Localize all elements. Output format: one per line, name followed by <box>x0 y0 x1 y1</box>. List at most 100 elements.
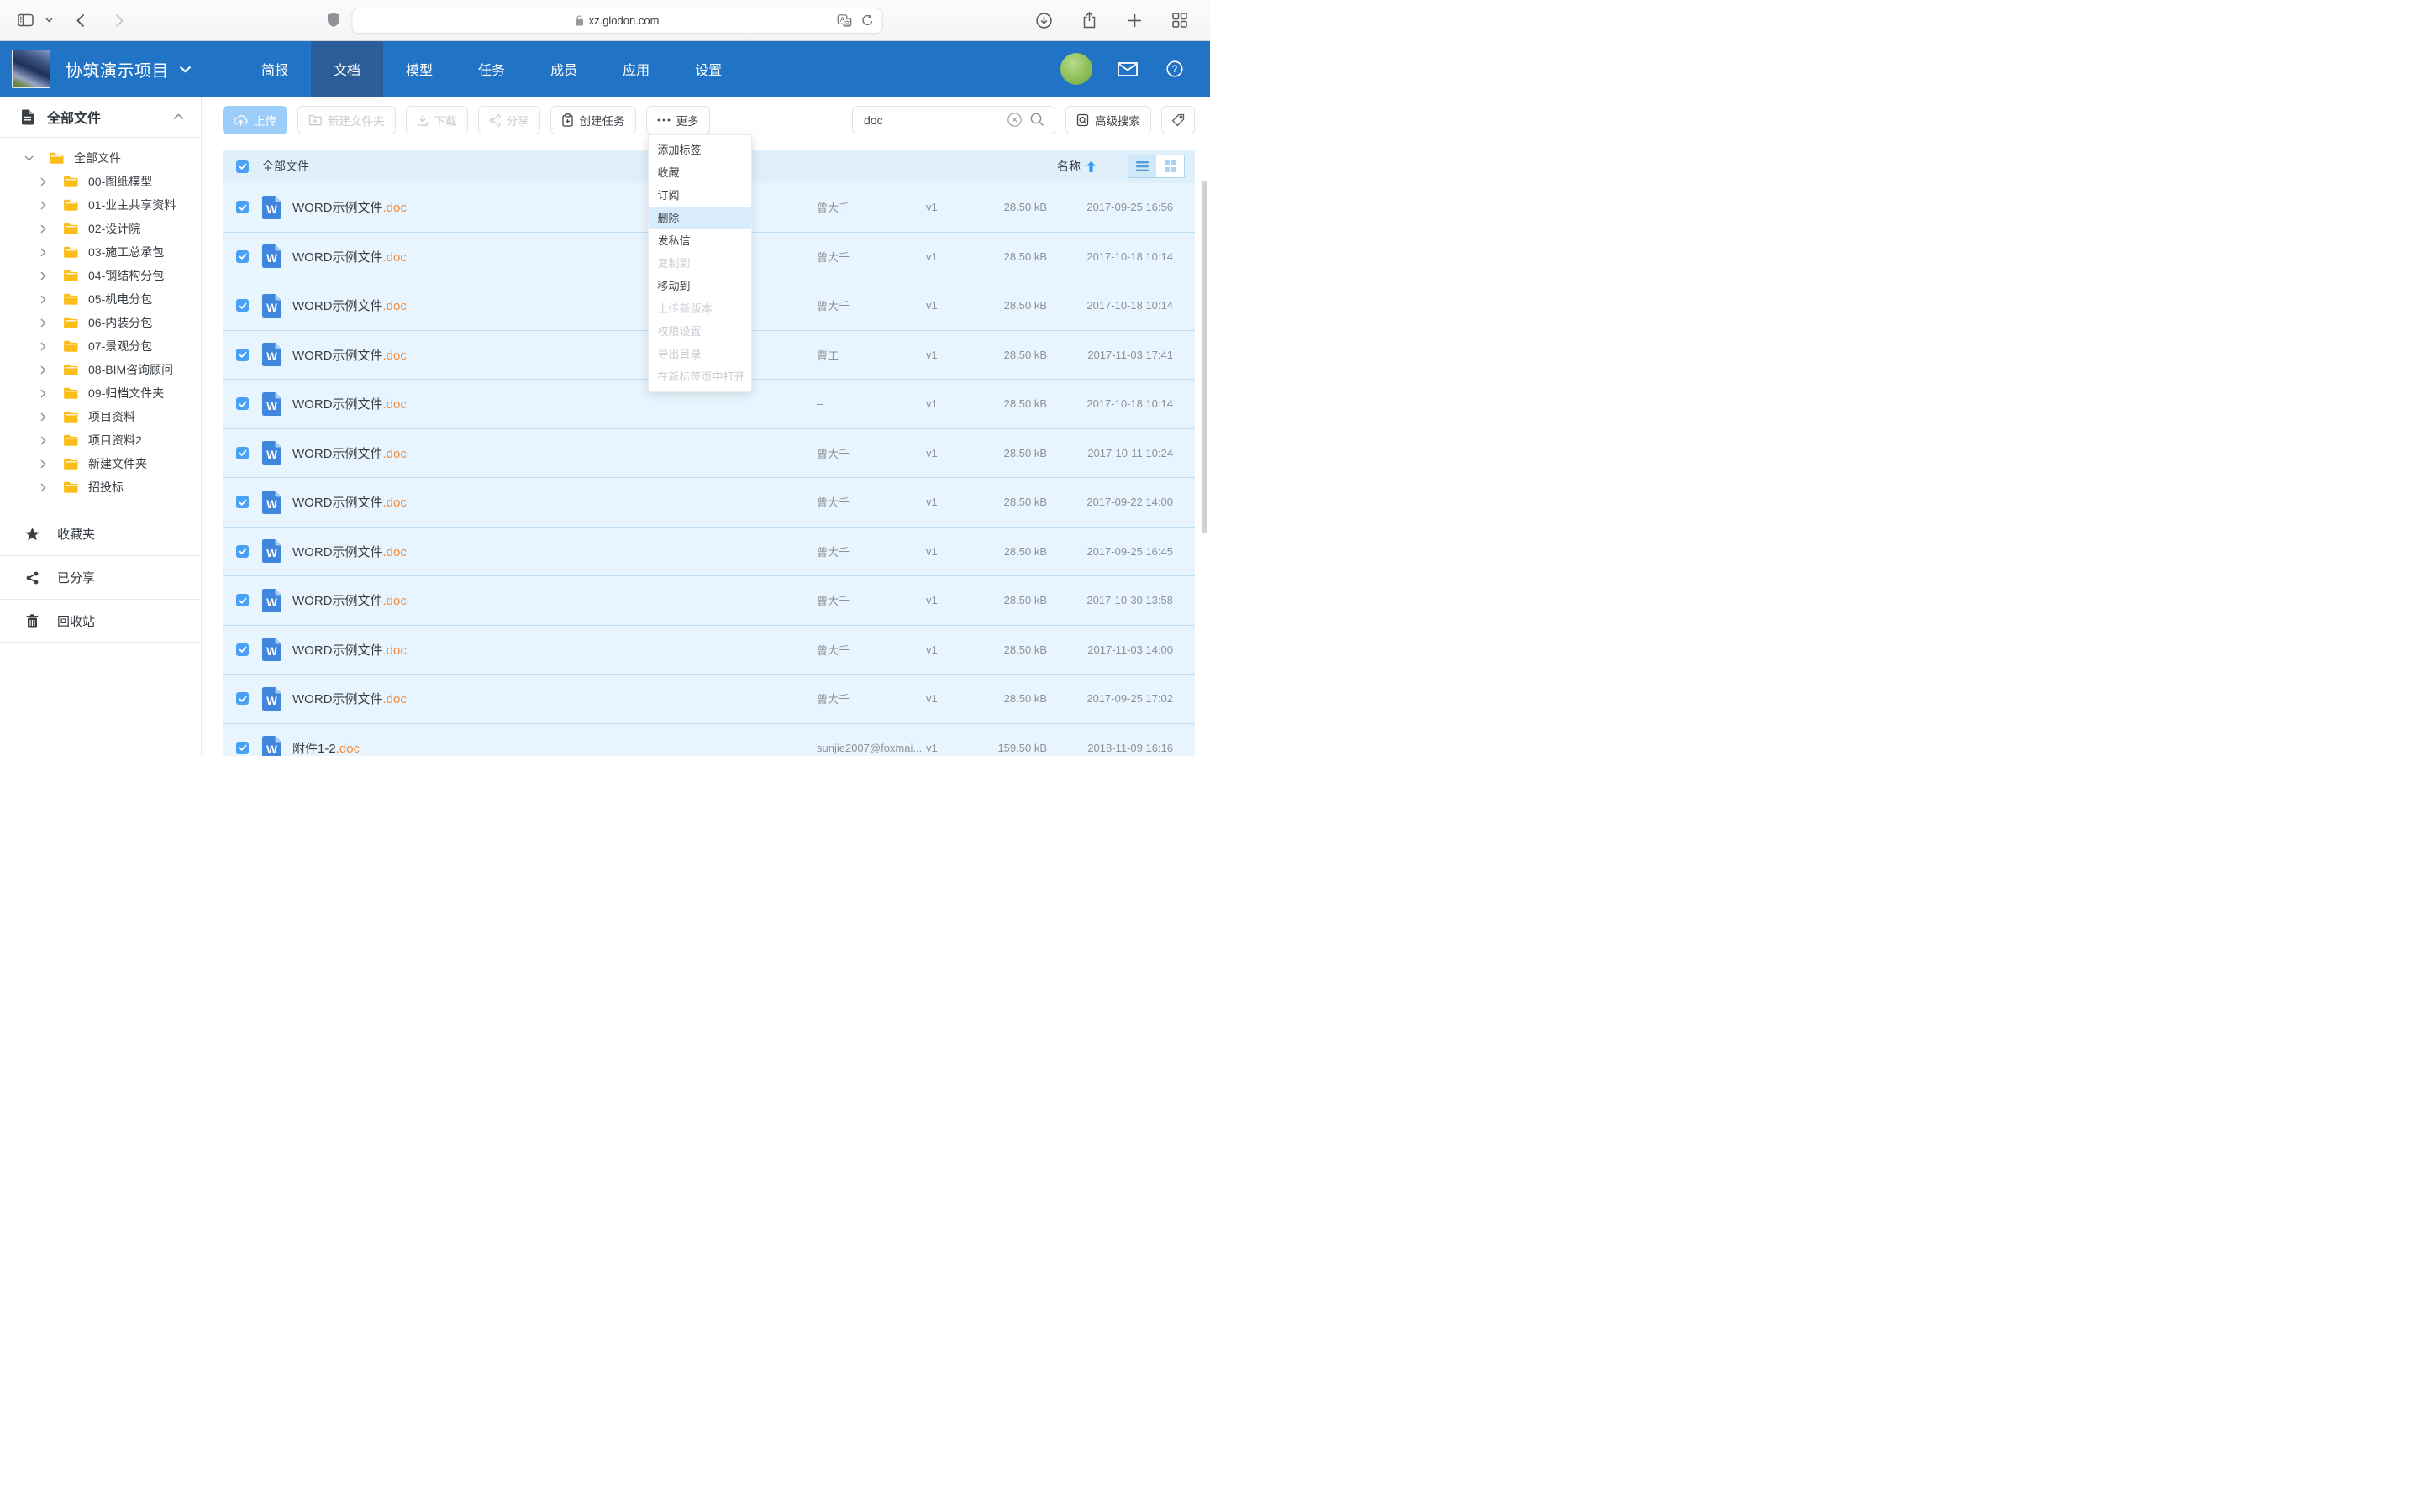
share-page-icon[interactable] <box>1077 8 1101 32</box>
nav-tab-7[interactable]: 设置 <box>672 41 744 97</box>
file-name[interactable]: WORD示例文件.doc <box>292 591 817 609</box>
file-row[interactable]: WWORD示例文件.doc曾大千v128.50 kB2017-10-11 10:… <box>223 429 1195 479</box>
folder-item[interactable]: 07-景观分包 <box>0 334 201 358</box>
menu-item[interactable]: 添加标签 <box>649 139 751 161</box>
chevron-right-icon[interactable] <box>37 295 49 304</box>
row-checkbox[interactable] <box>236 349 249 361</box>
menu-item[interactable]: 发私信 <box>649 229 751 252</box>
back-button-icon[interactable] <box>69 8 92 32</box>
menu-item[interactable]: 订阅 <box>649 184 751 207</box>
messages-icon[interactable] <box>1116 57 1139 81</box>
folder-item[interactable]: 招投标 <box>0 475 201 499</box>
clear-search-icon[interactable] <box>1007 113 1022 127</box>
list-view-button[interactable] <box>1128 155 1156 177</box>
row-checkbox[interactable] <box>236 447 249 459</box>
menu-item[interactable]: 移动到 <box>649 275 751 297</box>
nav-tab-2-active[interactable]: 文档 <box>311 41 383 97</box>
user-avatar[interactable] <box>1060 53 1092 85</box>
nav-tab-4[interactable]: 任务 <box>455 41 528 97</box>
address-bar[interactable]: xz.glodon.com A文 <box>352 8 883 34</box>
file-row[interactable]: WWORD示例文件.doc曾大千v128.50 kB2017-09-22 14:… <box>223 478 1195 528</box>
forward-button-icon[interactable] <box>108 8 131 32</box>
folder-item[interactable]: 00-图纸模型 <box>0 170 201 193</box>
file-name[interactable]: WORD示例文件.doc <box>292 395 817 412</box>
row-checkbox[interactable] <box>236 742 249 754</box>
translate-icon[interactable]: A文 <box>838 14 852 27</box>
tree-root-item[interactable]: 全部文件 <box>0 146 201 170</box>
chevron-right-icon[interactable] <box>37 483 49 492</box>
search-icon[interactable] <box>1030 113 1044 127</box>
tab-overview-icon[interactable] <box>1168 8 1192 32</box>
page-scrollbar[interactable] <box>1202 181 1207 533</box>
sidebar-item-trash[interactable]: 回收站 <box>0 599 201 643</box>
sidebar-item-star[interactable]: 收藏夹 <box>0 512 201 555</box>
row-checkbox[interactable] <box>236 299 249 312</box>
create-task-button[interactable]: 创建任务 <box>550 106 636 134</box>
select-all-checkbox[interactable] <box>236 160 249 173</box>
nav-tab-6[interactable]: 应用 <box>600 41 672 97</box>
chevron-right-icon[interactable] <box>37 412 49 422</box>
chevron-right-icon[interactable] <box>37 318 49 328</box>
file-name[interactable]: WORD示例文件.doc <box>292 543 817 560</box>
download-button[interactable]: 下载 <box>406 106 468 134</box>
nav-tab-5[interactable]: 成员 <box>528 41 600 97</box>
chevron-right-icon[interactable] <box>37 201 49 210</box>
chevron-right-icon[interactable] <box>37 177 49 186</box>
row-checkbox[interactable] <box>236 692 249 705</box>
file-row[interactable]: W附件1-2.docsunjie2007@foxmai...v1159.50 k… <box>223 724 1195 757</box>
browser-sidebar-toggle-icon[interactable] <box>13 8 37 32</box>
folder-item[interactable]: 05-机电分包 <box>0 287 201 311</box>
upload-button[interactable]: 上传 <box>223 106 287 134</box>
row-checkbox[interactable] <box>236 397 249 410</box>
folder-item[interactable]: 06-内装分包 <box>0 311 201 334</box>
menu-item[interactable]: 收藏 <box>649 161 751 184</box>
folder-item[interactable]: 01-业主共享资料 <box>0 193 201 217</box>
project-switcher[interactable]: 协筑演示项目 <box>66 57 192 81</box>
folder-item[interactable]: 新建文件夹 <box>0 452 201 475</box>
chevron-right-icon[interactable] <box>37 459 49 469</box>
folder-item[interactable]: 04-钢结构分包 <box>0 264 201 287</box>
nav-tab-1[interactable]: 简报 <box>239 41 311 97</box>
sort-by-name[interactable]: 名称 <box>1057 158 1096 175</box>
folder-item[interactable]: 项目资料2 <box>0 428 201 452</box>
advanced-search-button[interactable]: 高级搜索 <box>1065 106 1151 134</box>
sidebar-item-share[interactable]: 已分享 <box>0 555 201 599</box>
file-name[interactable]: WORD示例文件.doc <box>292 444 817 462</box>
privacy-shield-icon[interactable] <box>328 13 340 28</box>
file-row[interactable]: WWORD示例文件.doc曾大千v128.50 kB2017-11-03 14:… <box>223 626 1195 675</box>
chevron-right-icon[interactable] <box>37 342 49 351</box>
folder-item[interactable]: 项目资料 <box>0 405 201 428</box>
search-input[interactable] <box>852 106 1055 134</box>
help-icon[interactable]: ? <box>1163 57 1186 81</box>
chevron-right-icon[interactable] <box>37 224 49 234</box>
new-folder-button[interactable]: 新建文件夹 <box>297 106 396 134</box>
row-checkbox[interactable] <box>236 250 249 263</box>
row-checkbox[interactable] <box>236 496 249 508</box>
menu-item[interactable]: 删除 <box>649 207 751 229</box>
tag-button[interactable] <box>1161 106 1195 134</box>
file-row[interactable]: WWORD示例文件.doc曾大千v128.50 kB2017-09-25 17:… <box>223 675 1195 724</box>
share-button[interactable]: 分享 <box>478 106 540 134</box>
chevron-right-icon[interactable] <box>37 436 49 445</box>
folder-item[interactable]: 08-BIM咨询顾问 <box>0 358 201 381</box>
reload-icon[interactable] <box>862 14 874 27</box>
row-checkbox[interactable] <box>236 201 249 213</box>
chevron-right-icon[interactable] <box>37 248 49 257</box>
nav-tab-3[interactable]: 模型 <box>383 41 455 97</box>
row-checkbox[interactable] <box>236 545 249 558</box>
file-row[interactable]: WWORD示例文件.doc曾大千v128.50 kB2017-10-30 13:… <box>223 576 1195 626</box>
row-checkbox[interactable] <box>236 594 249 606</box>
file-name[interactable]: 附件1-2.doc <box>292 739 817 756</box>
folder-item[interactable]: 03-施工总承包 <box>0 240 201 264</box>
chevron-right-icon[interactable] <box>37 389 49 398</box>
file-name[interactable]: WORD示例文件.doc <box>292 493 817 511</box>
sidebar-chevron-down-icon[interactable] <box>42 8 55 32</box>
folder-item[interactable]: 02-设计院 <box>0 217 201 240</box>
row-checkbox[interactable] <box>236 643 249 656</box>
grid-view-button[interactable] <box>1156 155 1184 177</box>
downloads-icon[interactable] <box>1032 8 1055 32</box>
chevron-right-icon[interactable] <box>37 271 49 281</box>
chevron-right-icon[interactable] <box>37 365 49 375</box>
file-name[interactable]: WORD示例文件.doc <box>292 690 817 707</box>
file-row[interactable]: WWORD示例文件.doc曾大千v128.50 kB2017-09-25 16:… <box>223 528 1195 577</box>
